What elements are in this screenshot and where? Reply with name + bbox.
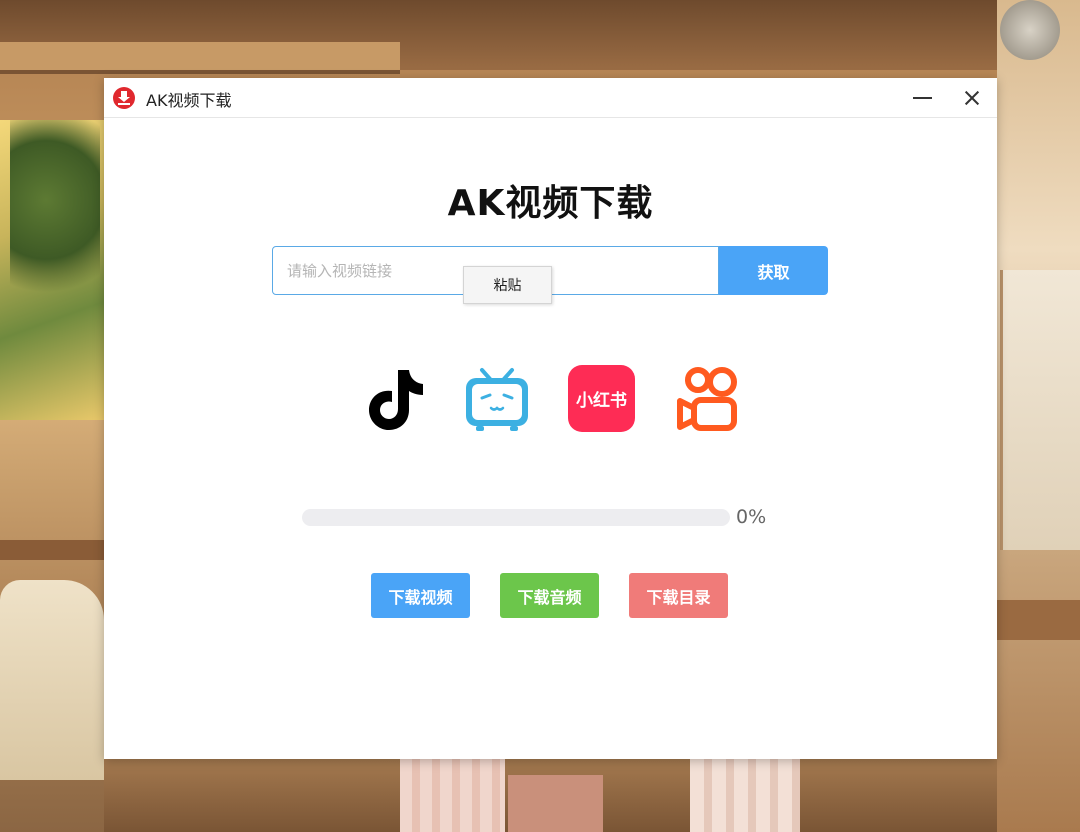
bg-right-counter <box>997 600 1080 640</box>
download-folder-button[interactable]: 下载目录 <box>629 573 728 618</box>
progress-bar <box>302 509 730 526</box>
bg-hanging-plant <box>10 120 100 320</box>
app-window: AK视频下载 AK视频下载 获取 粘贴 <box>104 78 997 759</box>
download-audio-button[interactable]: 下载音频 <box>500 573 599 618</box>
title-bar[interactable]: AK视频下载 <box>104 78 997 118</box>
minimize-button[interactable] <box>908 83 938 113</box>
bg-curtain <box>400 759 505 832</box>
bg-counter <box>0 540 104 560</box>
window-title: AK视频下载 <box>146 91 232 110</box>
bg-pan <box>1000 0 1060 60</box>
bg-cloth <box>0 580 104 780</box>
bg-box <box>508 775 603 832</box>
progress-percent: 0% <box>736 506 767 528</box>
desktop-background: AK视频下载 AK视频下载 获取 粘贴 <box>0 0 1080 832</box>
bilibili-icon[interactable] <box>462 364 532 434</box>
page-title: AK视频下载 <box>447 183 654 224</box>
bg-shelf-board <box>0 42 400 74</box>
kuaishou-icon[interactable] <box>674 364 744 434</box>
app-download-icon <box>113 87 135 109</box>
context-menu: 粘贴 <box>463 266 552 304</box>
xiaohongshu-label: 小红书 <box>576 390 627 411</box>
tiktok-icon[interactable] <box>359 364 429 434</box>
close-button[interactable] <box>957 83 987 113</box>
fetch-button[interactable]: 获取 <box>719 246 828 295</box>
bg-cabinet <box>1000 270 1080 550</box>
bg-curtain <box>690 759 800 832</box>
download-video-button[interactable]: 下载视频 <box>371 573 470 618</box>
xiaohongshu-icon[interactable]: 小红书 <box>568 365 635 432</box>
context-menu-paste[interactable]: 粘贴 <box>464 275 551 295</box>
